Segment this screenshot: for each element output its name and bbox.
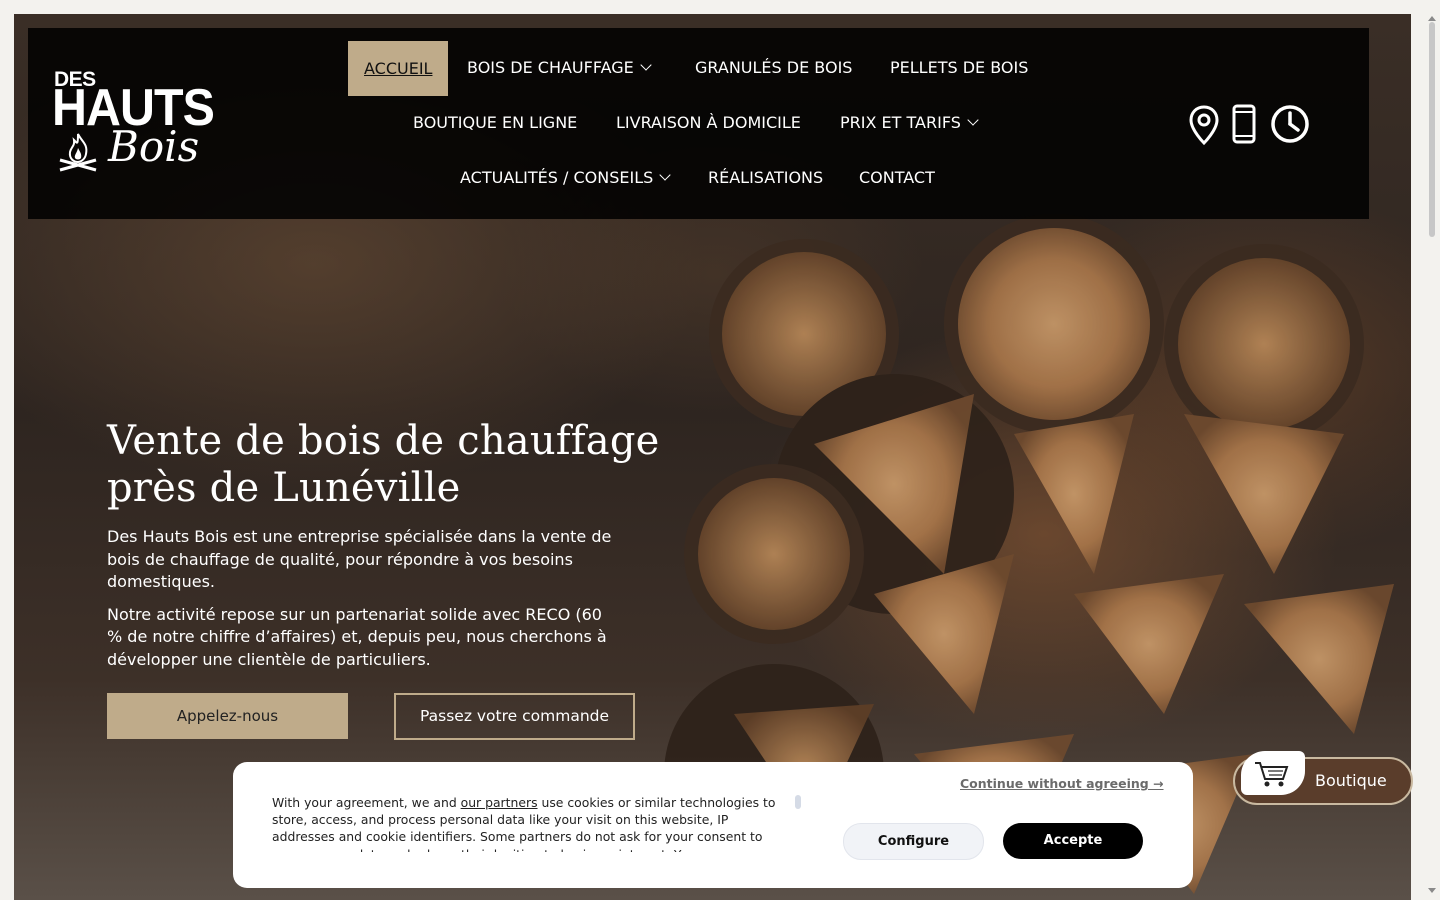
accept-button[interactable]: Accepte [1003, 823, 1143, 859]
clock-icon[interactable] [1270, 104, 1310, 144]
nav-item-bois-de-chauffage[interactable]: BOIS DE CHAUFFAGE [451, 40, 666, 95]
nav-item-label: PELLETS DE BOIS [890, 58, 1029, 77]
nav-item-label: GRANULÉS DE BOIS [695, 58, 853, 77]
call-us-button[interactable]: Appelez-nous [107, 693, 348, 739]
scroll-up-arrow-icon[interactable] [1428, 16, 1436, 21]
our-partners-link[interactable]: our partners [461, 795, 538, 810]
scroll-down-arrow-icon[interactable] [1428, 888, 1436, 893]
main-navigation: ACCUEIL BOIS DE CHAUFFAGE GRANULÉS DE BO… [28, 28, 1369, 219]
chevron-down-icon [659, 169, 671, 181]
boutique-cart-badge [1241, 751, 1305, 795]
cookie-text-start: With your agreement, we and [272, 795, 461, 810]
nav-item-contact[interactable]: CONTACT [843, 150, 951, 205]
nav-item-label: CONTACT [859, 168, 935, 187]
nav-item-accueil[interactable]: ACCUEIL [348, 41, 449, 96]
hero-section: Vente de bois de chauffage près de Lunév… [107, 418, 667, 671]
shopping-cart-icon [1255, 762, 1289, 787]
nav-item-label: RÉALISATIONS [708, 168, 824, 187]
continue-without-agreeing-link[interactable]: Continue without agreeing → [960, 776, 1164, 791]
nav-item-prix-et-tarifs[interactable]: PRIX ET TARIFS [824, 95, 993, 150]
location-pin-icon[interactable] [1188, 104, 1220, 146]
configure-button[interactable]: Configure [843, 823, 984, 860]
chevron-down-icon [640, 59, 652, 71]
hero-paragraph-1: Des Hauts Bois est une entreprise spécia… [107, 527, 612, 591]
nav-item-label: PRIX ET TARIFS [840, 113, 961, 132]
hero-paragraph-2: Notre activité repose sur un partenariat… [107, 604, 607, 669]
chevron-down-icon [967, 114, 979, 126]
scroll-thumb[interactable] [1429, 22, 1435, 237]
nav-item-label: BOIS DE CHAUFFAGE [467, 58, 634, 77]
nav-item-pellets-de-bois[interactable]: PELLETS DE BOIS [874, 40, 1044, 95]
nav-item-label: BOUTIQUE EN LIGNE [413, 113, 578, 132]
nav-item-actualites-conseils[interactable]: ACTUALITÉS / CONSEILS [444, 150, 685, 205]
boutique-label: Boutique [1315, 771, 1387, 790]
window-scrollbar[interactable] [1425, 14, 1440, 900]
cookie-consent-text: With your agreement, we and our partners… [272, 794, 792, 852]
nav-item-livraison-a-domicile[interactable]: LIVRAISON À DOMICILE [600, 95, 817, 150]
cookie-consent-banner: With your agreement, we and our partners… [233, 762, 1193, 888]
floating-boutique-button[interactable]: Boutique [1233, 751, 1413, 805]
cookie-text-scrollbar[interactable] [795, 795, 801, 809]
nav-item-label: ACTUALITÉS / CONSEILS [460, 168, 654, 187]
hero-title-line-1: Vente de bois de chauffage [107, 418, 660, 464]
site-header: DES HAUTS Bois ACCUEIL BOIS DE CHAUFFAGE… [28, 28, 1369, 219]
nav-item-label: LIVRAISON À DOMICILE [616, 113, 801, 132]
nav-item-label: ACCUEIL [364, 59, 433, 78]
nav-item-realisations[interactable]: RÉALISATIONS [692, 150, 839, 205]
place-order-button[interactable]: Passez votre commande [394, 693, 635, 740]
nav-item-granules-de-bois[interactable]: GRANULÉS DE BOIS [679, 40, 868, 95]
mobile-phone-icon[interactable] [1232, 104, 1256, 144]
hero-title: Vente de bois de chauffage près de Lunév… [107, 418, 667, 512]
nav-item-boutique-en-ligne[interactable]: BOUTIQUE EN LIGNE [397, 95, 593, 150]
hero-title-line-2: près de Lunéville [107, 465, 461, 511]
